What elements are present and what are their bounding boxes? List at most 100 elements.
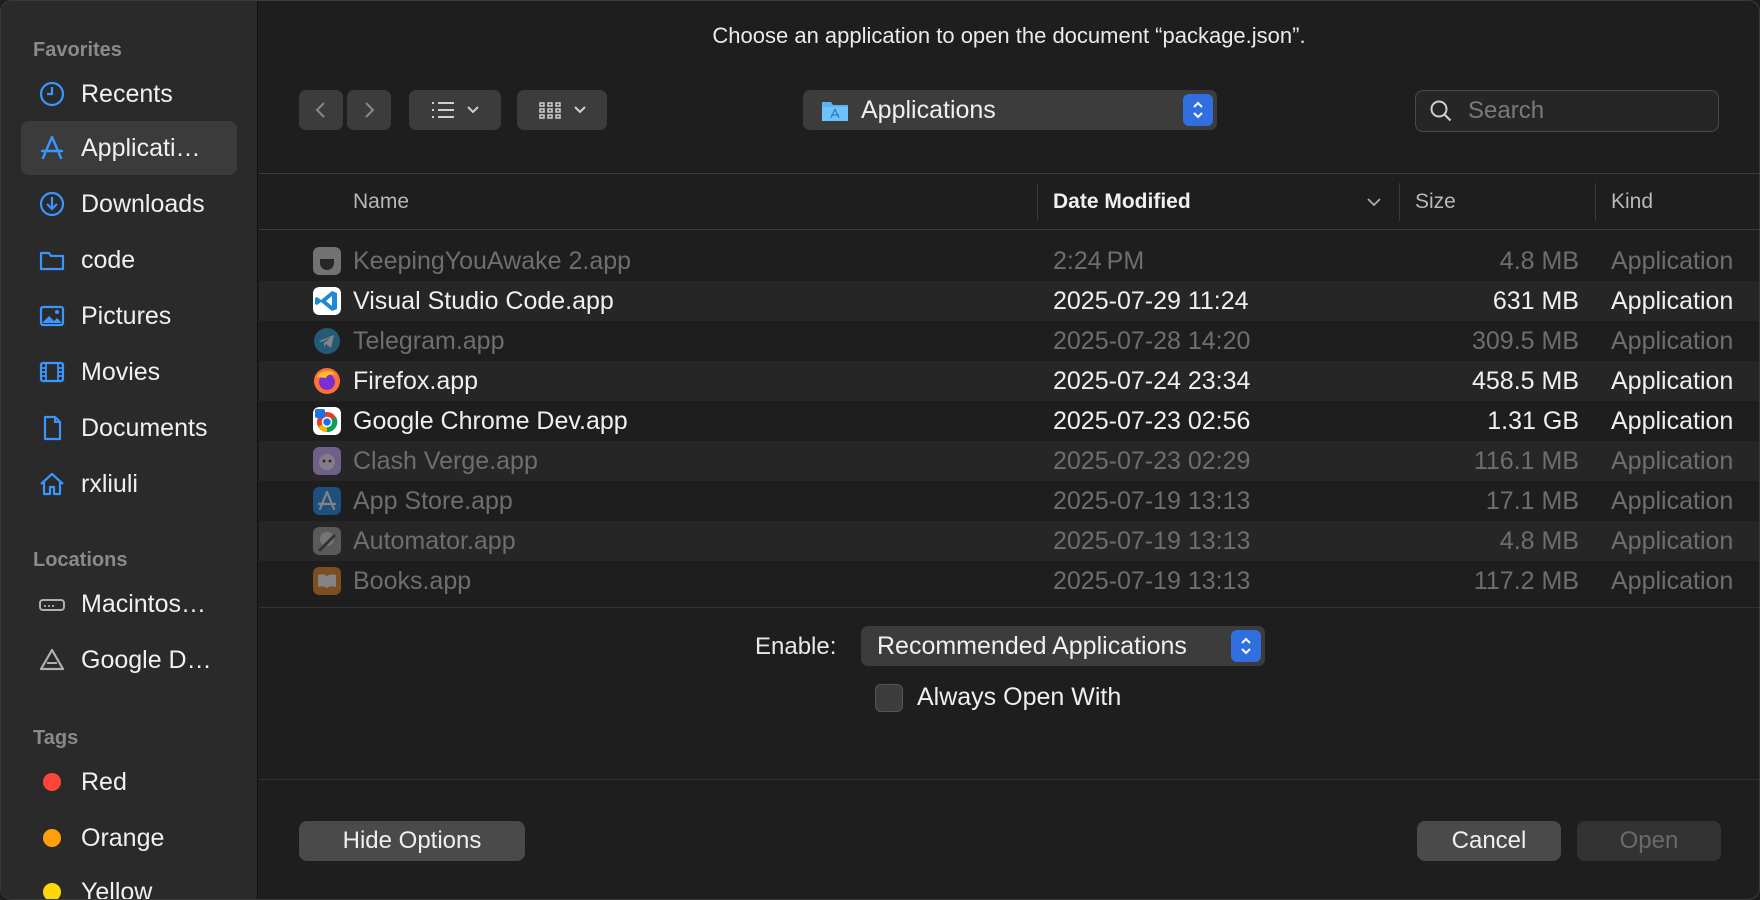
film-icon	[37, 357, 67, 387]
location-popup[interactable]: Applications	[803, 90, 1217, 130]
file-name: Telegram.app	[353, 327, 505, 355]
sidebar-item-downloads[interactable]: Downloads	[21, 177, 237, 231]
sidebar-item-label: Orange	[81, 823, 165, 852]
pictures-icon	[37, 301, 67, 331]
enable-label: Enable:	[755, 633, 837, 660]
popup-stepper-icon	[1231, 630, 1261, 662]
file-kind: Application	[1611, 247, 1734, 275]
search-icon	[1430, 100, 1452, 122]
divider	[259, 607, 1759, 608]
chevron-down-icon	[574, 106, 586, 114]
table-row[interactable]: Visual Studio Code.app 2025-07-29 11:24 …	[259, 281, 1759, 321]
dialog-title: Choose an application to open the docume…	[712, 23, 1306, 48]
file-size: 17.1 MB	[1485, 487, 1579, 515]
sidebar-item-label: Red	[81, 767, 127, 796]
column-header-size[interactable]: Size	[1415, 190, 1456, 214]
divider	[259, 173, 1759, 174]
column-separator[interactable]	[1595, 183, 1596, 221]
column-header-date-modified[interactable]: Date Modified	[1053, 190, 1191, 214]
sidebar-item-label: Downloads	[81, 189, 205, 218]
chrome-dev-icon	[313, 407, 341, 435]
file-kind: Application	[1611, 447, 1734, 475]
search-input[interactable]	[1466, 96, 1710, 126]
file-name: Clash Verge.app	[353, 447, 538, 475]
file-kind: Application	[1611, 407, 1734, 435]
table-row[interactable]: Automator.app 2025-07-19 13:13 4.8 MB Ap…	[259, 521, 1759, 561]
table-row[interactable]: Google Chrome Dev.app 2025-07-23 02:56 1…	[259, 401, 1759, 441]
orange-tag-dot-icon	[43, 829, 61, 847]
chevron-down-icon	[467, 106, 479, 114]
sidebar-item-tag-orange[interactable]: Orange	[21, 811, 237, 865]
forward-button[interactable]	[347, 90, 391, 130]
file-name: Google Chrome Dev.app	[353, 407, 628, 435]
books-icon	[313, 567, 341, 595]
always-open-with-checkbox[interactable]	[875, 683, 903, 712]
sidebar-item-label: rxliuli	[81, 469, 138, 498]
sidebar-item-label: Macintos…	[81, 589, 207, 618]
table-row[interactable]: Clash Verge.app 2025-07-23 02:29 116.1 M…	[259, 441, 1759, 481]
enable-popup-value: Recommended Applications	[877, 631, 1187, 660]
file-date: 2025-07-19 13:13	[1053, 487, 1251, 515]
sidebar-item-label: Applicati…	[81, 133, 201, 162]
sidebar-item-movies[interactable]: Movies	[21, 345, 237, 399]
file-kind: Application	[1611, 567, 1734, 595]
table-row[interactable]: Telegram.app 2025-07-28 14:20 309.5 MB A…	[259, 321, 1759, 361]
file-size: 631 MB	[1492, 287, 1579, 315]
sort-descending-icon	[1367, 198, 1381, 207]
sidebar-item-google-drive[interactable]: Google D…	[21, 633, 237, 687]
firefox-icon	[313, 367, 341, 395]
google-drive-icon	[37, 645, 67, 675]
sidebar: Favorites Recents Applicati… Downloads c…	[1, 1, 258, 899]
file-date: 2025-07-28 14:20	[1053, 327, 1251, 355]
enable-popup[interactable]: Recommended Applications	[861, 626, 1265, 666]
table-row[interactable]: App Store.app 2025-07-19 13:13 17.1 MB A…	[259, 481, 1759, 521]
table-row[interactable]: KeepingYouAwake 2.app 2:24 PM 4.8 MB App…	[259, 241, 1759, 281]
applications-folder-icon	[822, 102, 848, 121]
sidebar-item-macintosh-hd[interactable]: Macintos…	[21, 577, 237, 631]
file-size: 4.8 MB	[1499, 527, 1579, 555]
column-header-name[interactable]: Name	[353, 190, 409, 214]
sidebar-item-tag-yellow[interactable]: Yellow	[21, 865, 237, 900]
tags-heading: Tags	[33, 727, 79, 749]
open-with-dialog: Favorites Recents Applicati… Downloads c…	[0, 0, 1760, 900]
sidebar-item-tag-red[interactable]: Red	[21, 755, 237, 809]
group-view-button[interactable]	[517, 90, 607, 130]
home-icon	[37, 469, 67, 499]
open-button[interactable]: Open	[1577, 821, 1721, 861]
sidebar-item-documents[interactable]: Documents	[21, 401, 237, 455]
back-button[interactable]	[299, 90, 343, 130]
download-icon	[37, 189, 67, 219]
sidebar-item-pictures[interactable]: Pictures	[21, 289, 237, 343]
sidebar-item-label: Movies	[81, 357, 161, 386]
search-field[interactable]	[1415, 90, 1719, 132]
chevron-right-icon	[365, 102, 375, 118]
cancel-button[interactable]: Cancel	[1417, 821, 1561, 861]
sidebar-item-label: Yellow	[81, 877, 153, 900]
file-kind: Application	[1611, 527, 1734, 555]
sidebar-item-recents[interactable]: Recents	[21, 67, 237, 121]
vscode-icon	[313, 287, 341, 315]
hide-options-button[interactable]: Hide Options	[299, 821, 525, 861]
file-date: 2:24 PM	[1053, 247, 1145, 275]
column-separator[interactable]	[1399, 183, 1400, 221]
sidebar-item-applications[interactable]: Applicati…	[21, 121, 237, 175]
file-name: Books.app	[353, 567, 472, 595]
column-header-kind[interactable]: Kind	[1611, 190, 1653, 214]
file-list: KeepingYouAwake 2.app 2:24 PM 4.8 MB App…	[259, 241, 1759, 601]
file-name: Firefox.app	[353, 367, 479, 395]
file-size: 116.1 MB	[1473, 447, 1579, 475]
disk-icon	[37, 589, 67, 619]
table-row[interactable]: Firefox.app 2025-07-24 23:34 458.5 MB Ap…	[259, 361, 1759, 401]
column-separator[interactable]	[1037, 183, 1038, 221]
file-size: 1.31 GB	[1487, 407, 1579, 435]
sidebar-item-label: Pictures	[81, 301, 172, 330]
sidebar-item-label: Google D…	[81, 645, 212, 674]
grid-icon	[539, 102, 561, 119]
list-view-button[interactable]	[409, 90, 501, 130]
table-row[interactable]: Books.app 2025-07-19 13:13 117.2 MB Appl…	[259, 561, 1759, 601]
sidebar-item-code[interactable]: code	[21, 233, 237, 287]
always-open-with-option[interactable]: Always Open With	[875, 683, 1121, 712]
sidebar-item-home[interactable]: rxliuli	[21, 457, 237, 511]
app-store-icon	[313, 487, 341, 515]
file-kind: Application	[1611, 487, 1734, 515]
